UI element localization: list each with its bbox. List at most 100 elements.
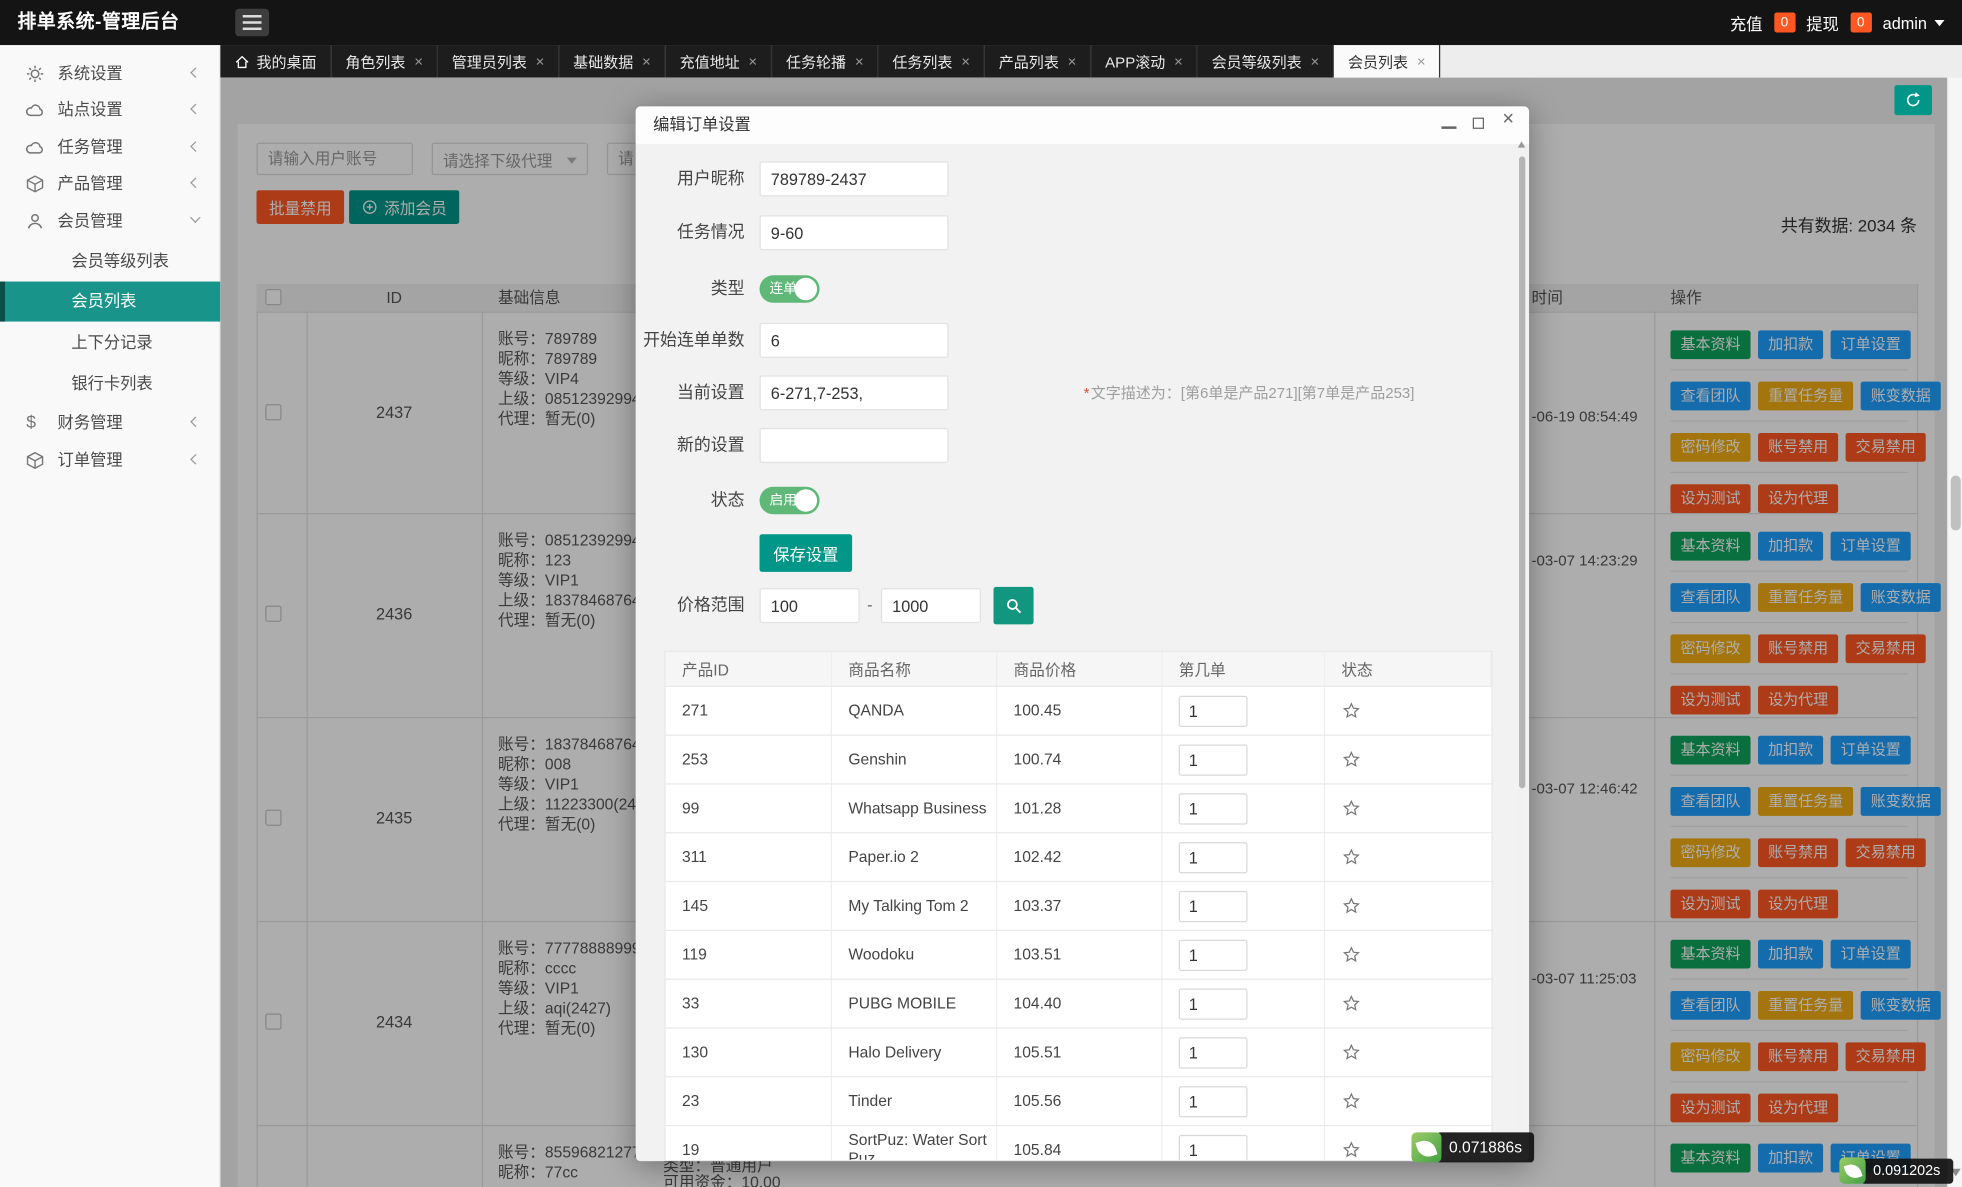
sidebar-item-财务管理[interactable]: $财务管理 [0,409,220,437]
product-column-header: 商品价格 [997,652,1162,686]
field-label: 当前设置 [636,375,745,410]
tab-close-icon[interactable]: × [961,54,970,69]
start-chain-count-input[interactable] [760,323,949,358]
user-menu[interactable]: admin [1883,13,1945,32]
setting-description-note: *文字描述为：[第6单是产品271][第7单是产品253] [1084,375,1415,410]
refresh-icon [1904,91,1922,109]
star-icon[interactable] [1341,1091,1361,1111]
sidebar-item-银行卡列表[interactable]: 银行卡列表 [0,370,220,398]
order-number-input[interactable] [1179,1085,1248,1116]
modal-scrollbar [1518,146,1527,1158]
maximize-icon[interactable] [1473,118,1484,129]
star-icon[interactable] [1341,1042,1361,1062]
menu-toggle-button[interactable] [235,9,269,37]
tab-close-icon[interactable]: × [1174,54,1183,69]
tab-任务列表[interactable]: 任务列表 × [879,45,985,78]
order-number-input[interactable] [1179,890,1248,921]
product-price: 101.28 [997,785,1162,833]
current-setting-input[interactable] [760,375,949,410]
recharge-badge: 0 [1774,13,1795,33]
price-search-button[interactable] [994,587,1034,625]
tab-基础数据[interactable]: 基础数据× [559,45,665,78]
star-icon[interactable] [1341,945,1361,965]
nickname-input[interactable] [760,161,949,196]
sidebar-item-系统设置[interactable]: 系统设置 [0,60,220,88]
tab-close-icon[interactable]: × [748,54,757,69]
star-icon[interactable] [1341,847,1361,867]
tab-label: 任务列表 [892,51,952,72]
star-icon[interactable] [1341,750,1361,770]
product-column-header: 状态 [1325,652,1491,686]
product-order-cell [1162,1029,1325,1077]
order-number-input[interactable] [1179,793,1248,824]
refresh-button[interactable] [1894,85,1932,115]
withdraw-link[interactable]: 提现 [1806,11,1839,35]
task-status-input[interactable] [760,215,949,250]
sidebar-item-产品管理[interactable]: 产品管理 [0,170,220,198]
star-icon[interactable] [1341,896,1361,916]
tab-会员列表[interactable]: 会员列表× [1334,45,1440,78]
product-row: 19SortPuz: Water Sort Puz105.84 [666,1126,1492,1161]
modal-scrollbar-thumb[interactable] [1519,156,1525,788]
tab-label: 任务轮播 [786,51,846,72]
type-toggle[interactable]: 连单 [760,275,820,303]
close-icon[interactable]: × [1502,110,1514,130]
product-price: 104.40 [997,980,1162,1028]
tab-任务轮播[interactable]: 任务轮播 × [772,45,878,78]
sidebar-item-订单管理[interactable]: 订单管理 [0,447,220,475]
sidebar-item-会员管理[interactable]: 会员管理 [0,208,220,236]
tab-APP滚动[interactable]: APP滚动× [1091,45,1197,78]
minimize-icon[interactable] [1441,126,1456,129]
order-number-input[interactable] [1179,841,1248,872]
tab-close-icon[interactable]: × [1310,54,1319,69]
tab-label: 管理员列表 [452,51,527,72]
sidebar-item-label: 站点设置 [58,96,123,124]
star-icon[interactable] [1341,701,1361,721]
star-icon[interactable] [1341,994,1361,1014]
product-id: 23 [666,1077,832,1125]
perf-time: 0.091202s [1861,1158,1953,1183]
order-number-input[interactable] [1179,1037,1248,1068]
order-number-input[interactable] [1179,988,1248,1019]
product-status-cell [1325,1077,1491,1125]
tab-管理员列表[interactable]: 管理员列表 × [438,45,559,78]
sidebar-item-站点设置[interactable]: 站点设置 [0,96,220,124]
order-number-input[interactable] [1179,939,1248,970]
edit-order-modal: 编辑订单设置 × 用户昵称 任务情况 类型 连单 开始连单单数 当前设置 *文字… [636,106,1529,1161]
recharge-link[interactable]: 充值 [1730,11,1763,35]
tab-角色列表[interactable]: 角色列表× [332,45,438,78]
tab-会员等级列表[interactable]: 会员等级列表× [1198,45,1334,78]
order-number-input[interactable] [1179,1134,1248,1161]
tab-close-icon[interactable]: × [1417,54,1426,69]
product-status-cell [1325,931,1491,979]
tab-close-icon[interactable]: × [1068,54,1077,69]
sidebar-item-会员等级列表[interactable]: 会员等级列表 [0,248,220,276]
tab-close-icon[interactable]: × [855,54,864,69]
page-scrollbar-thumb[interactable] [1951,475,1961,530]
sidebar-item-label: 会员列表 [71,282,136,322]
product-column-header: 产品ID [666,652,832,686]
price-max-input[interactable] [881,588,981,623]
order-number-input[interactable] [1179,695,1248,726]
product-column-header: 商品名称 [832,652,997,686]
sidebar-item-会员列表[interactable]: 会员列表 [0,282,220,322]
tab-产品列表[interactable]: 产品列表× [985,45,1091,78]
tab-close-icon[interactable]: × [536,54,545,69]
star-icon[interactable] [1341,1140,1361,1160]
sidebar-item-上下分记录[interactable]: 上下分记录 [0,329,220,357]
tab-我的桌面[interactable]: 我的桌面 [220,45,331,78]
status-toggle[interactable]: 启用 [760,487,820,515]
save-settings-button[interactable]: 保存设置 [760,534,853,572]
sidebar-item-任务管理[interactable]: 任务管理 [0,134,220,162]
tab-close-icon[interactable]: × [414,54,423,69]
new-setting-input[interactable] [760,428,949,463]
product-row: 99Whatsapp Business101.28 [666,785,1492,834]
modal-title: 编辑订单设置 [653,106,751,144]
price-min-input[interactable] [760,588,860,623]
tab-close-icon[interactable]: × [642,54,651,69]
tab-充值地址[interactable]: 充值地址× [666,45,772,78]
tab-bar: 我的桌面角色列表×管理员列表×基础数据×充值地址×任务轮播×任务列表×产品列表×… [220,45,1962,78]
product-price: 100.74 [997,736,1162,784]
order-number-input[interactable] [1179,744,1248,775]
star-icon[interactable] [1341,798,1361,818]
